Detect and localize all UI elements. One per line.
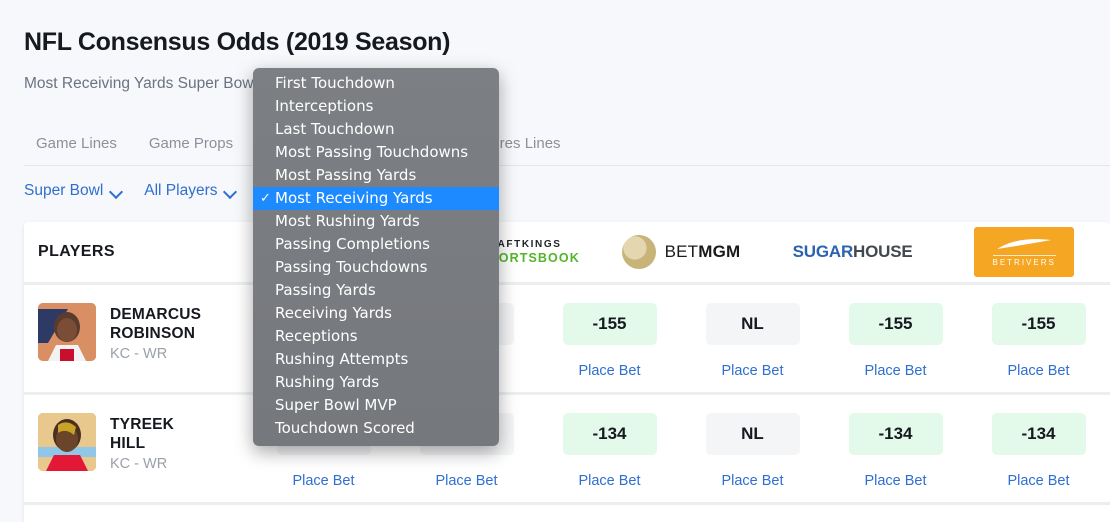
place-bet-link[interactable]: Place Bet — [435, 473, 497, 489]
odds-cell-betmgm: -155 Place Bet — [538, 285, 681, 392]
player-name-line2: HILL — [110, 435, 146, 452]
tab-game-lines[interactable]: Game Lines — [24, 135, 133, 152]
table-row: DEMARCUS ROBINSON KC - WR -155 Place Bet… — [24, 285, 1110, 395]
dropdown-option[interactable]: Rushing Yards — [253, 371, 499, 394]
dropdown-option[interactable]: Most Receiving Yards — [253, 187, 499, 210]
chevron-down-icon — [225, 186, 236, 197]
odds-cell-sugarhouse: NL Place Bet — [681, 285, 824, 392]
odds-button[interactable]: -155 — [562, 303, 657, 345]
place-bet-link[interactable]: Place Bet — [292, 473, 354, 489]
player-cell[interactable]: TYREEK HILL KC - WR — [24, 395, 252, 502]
dropdown-option[interactable]: Most Rushing Yards — [253, 210, 499, 233]
dropdown-option[interactable]: Last Touchdown — [253, 118, 499, 141]
place-bet-link[interactable]: Place Bet — [1007, 473, 1069, 489]
filter-players-label: All Players — [144, 182, 218, 199]
place-bet-link[interactable]: Place Bet — [721, 363, 783, 379]
place-bet-link[interactable]: Place Bet — [1007, 363, 1069, 379]
odds-button[interactable]: -134 — [991, 413, 1086, 455]
betmgm-logo-text-1: BET — [664, 242, 699, 261]
book-header-sugarhouse[interactable]: SUGARHOUSE — [767, 242, 939, 262]
player-name-line2: ROBINSON — [110, 325, 196, 342]
odds-table: PLAYERS FANDUEL SPORTSBOOK DRAFTKINGS — [24, 222, 1110, 522]
chevron-down-icon — [111, 186, 122, 197]
table-header-row: PLAYERS FANDUEL SPORTSBOOK DRAFTKINGS — [24, 222, 1110, 285]
dropdown-option[interactable]: First Touchdown — [253, 72, 499, 95]
tab-game-props[interactable]: Game Props — [133, 135, 249, 152]
betmgm-lion-icon — [621, 235, 656, 269]
dropdown-option[interactable]: Most Passing Yards — [253, 164, 499, 187]
player-team: KC - WR — [110, 346, 168, 362]
players-header-label: PLAYERS — [38, 243, 115, 260]
market-select-dropdown[interactable]: First Touchdown Interceptions Last Touchdo… — [253, 68, 499, 446]
odds-cell-betrivers-1: -155 Place Bet — [824, 285, 967, 392]
odds-cell-betmgm: -134 Place Bet — [538, 395, 681, 502]
dropdown-option[interactable]: Rushing Attempts — [253, 348, 499, 371]
dropdown-option[interactable]: Touchdown Scored — [253, 417, 499, 440]
place-bet-link[interactable]: Place Bet — [578, 473, 640, 489]
odds-button[interactable]: -155 — [991, 303, 1086, 345]
table-row: TYREEK HILL KC - WR -134 Place Bet NL Pl… — [24, 395, 1110, 505]
betmgm-logo-text-2: MGM — [698, 242, 741, 261]
book-header-betmgm[interactable]: BETMGM — [595, 235, 767, 269]
page-root: NFL Consensus Odds (2019 Season) Most Re… — [0, 0, 1110, 522]
filter-players[interactable]: All Players — [144, 182, 236, 200]
avatar — [38, 303, 96, 361]
player-name-line1: TYREEK — [110, 416, 175, 433]
player-cell[interactable]: DEMARCUS ROBINSON KC - WR — [24, 285, 252, 392]
betrivers-logo-text: BETRIVERS — [992, 255, 1056, 267]
dropdown-option[interactable]: Passing Completions — [253, 233, 499, 256]
player-name-line1: DEMARCUS — [110, 306, 202, 323]
avatar — [38, 413, 96, 471]
odds-button[interactable]: NL — [705, 413, 800, 455]
odds-button[interactable]: -134 — [848, 413, 943, 455]
odds-button[interactable]: -155 — [848, 303, 943, 345]
dropdown-option[interactable]: Interceptions — [253, 95, 499, 118]
book-header-betrivers[interactable]: BETRIVERS — [938, 227, 1110, 277]
dropdown-option[interactable]: Most Passing Touchdowns — [253, 141, 499, 164]
dropdown-option[interactable]: Passing Yards — [253, 279, 499, 302]
odds-button[interactable]: NL — [705, 303, 800, 345]
player-team: KC - WR — [110, 456, 168, 472]
place-bet-link[interactable]: Place Bet — [578, 363, 640, 379]
players-column-header: PLAYERS — [24, 243, 252, 261]
dropdown-option[interactable]: Receiving Yards — [253, 302, 499, 325]
place-bet-link[interactable]: Place Bet — [864, 363, 926, 379]
tab-bar: Game Lines Game Props Player Props Lines… — [24, 122, 1110, 166]
odds-cell-betrivers-2: -134 Place Bet — [967, 395, 1110, 502]
dropdown-option[interactable]: Super Bowl MVP — [253, 394, 499, 417]
dropdown-option[interactable]: Passing Touchdowns — [253, 256, 499, 279]
odds-cell-betrivers-2: -155 Place Bet — [967, 285, 1110, 392]
odds-cell-sugarhouse: NL Place Bet — [681, 395, 824, 502]
place-bet-link[interactable]: Place Bet — [721, 473, 783, 489]
sugarhouse-logo-text-1: SUGAR — [792, 242, 854, 261]
betrivers-swoosh-icon — [995, 237, 1053, 253]
dropdown-option[interactable]: Receptions — [253, 325, 499, 348]
place-bet-link[interactable]: Place Bet — [864, 473, 926, 489]
sugarhouse-logo-text-2: HOUSE — [853, 242, 913, 261]
odds-cell-betrivers-1: -134 Place Bet — [824, 395, 967, 502]
filter-event[interactable]: Super Bowl — [24, 182, 122, 200]
odds-button[interactable]: -134 — [562, 413, 657, 455]
page-title: NFL Consensus Odds (2019 Season) — [24, 28, 451, 56]
filter-event-label: Super Bowl — [24, 182, 104, 199]
